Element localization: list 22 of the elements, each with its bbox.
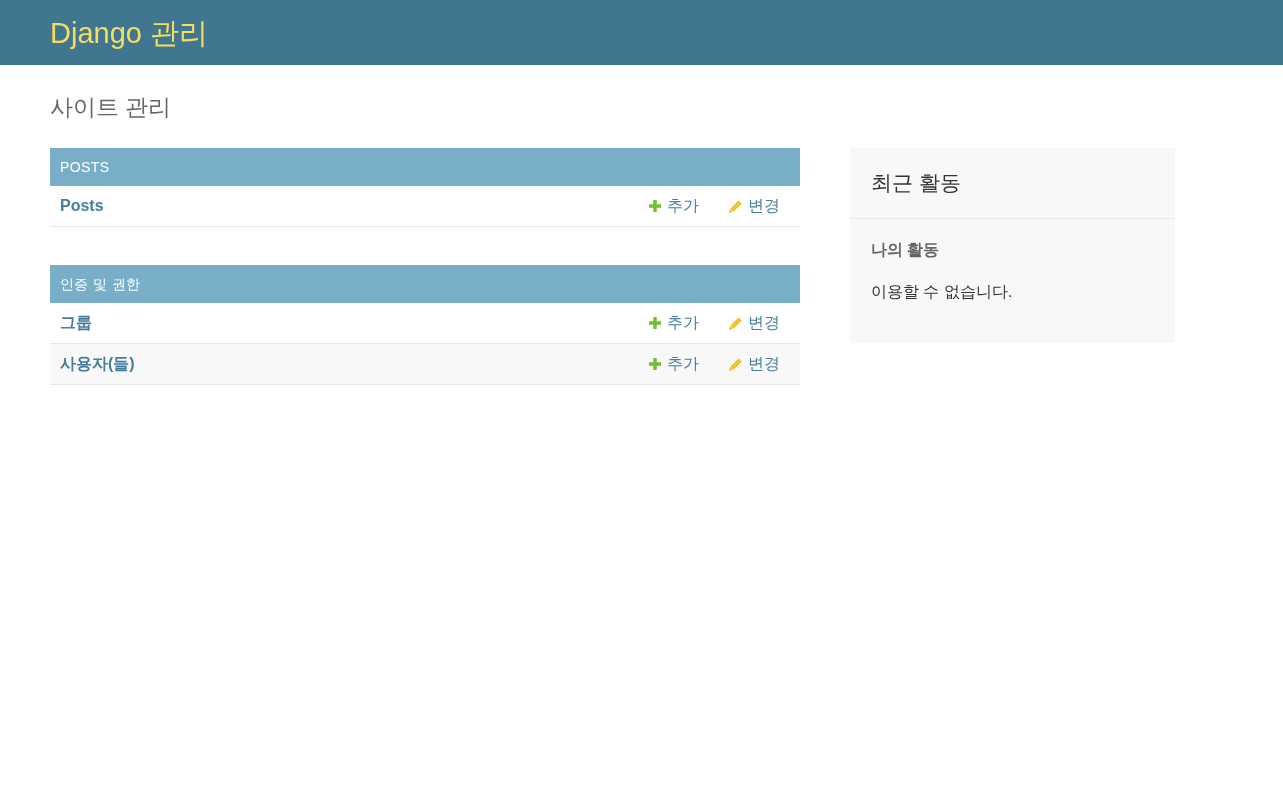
add-link[interactable]: 추가	[649, 195, 699, 217]
section-header[interactable]: POSTS	[50, 148, 800, 186]
add-link[interactable]: 추가	[649, 353, 699, 375]
panel-title: 최근 활동	[850, 148, 1175, 219]
panel-subtitle: 나의 활동	[871, 240, 941, 260]
model-link[interactable]: 그룹	[60, 312, 92, 334]
plus-icon	[649, 358, 661, 370]
pencil-icon	[729, 199, 742, 213]
pencil-icon	[729, 316, 742, 330]
model-link[interactable]: Posts	[60, 197, 104, 215]
plus-icon	[649, 317, 661, 329]
change-link[interactable]: 변경	[729, 353, 780, 375]
model-link[interactable]: 사용자(들)	[60, 353, 135, 375]
change-link[interactable]: 변경	[729, 312, 780, 334]
add-link[interactable]: 추가	[649, 312, 699, 334]
pencil-icon	[729, 357, 742, 371]
empty-message: 이용할 수 없습니다.	[871, 282, 1014, 302]
section-header[interactable]: 인증 및 권한	[50, 265, 800, 303]
page-heading: 사이트 관리	[50, 93, 173, 121]
plus-icon	[649, 200, 661, 212]
site-title[interactable]: Django 관리	[50, 14, 208, 51]
change-link[interactable]: 변경	[729, 195, 780, 217]
